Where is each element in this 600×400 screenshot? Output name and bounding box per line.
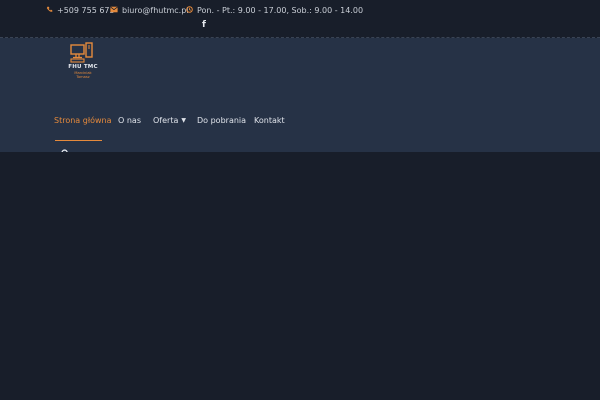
computer-logo-icon (70, 42, 93, 63)
envelope-icon (110, 6, 118, 15)
site-header: FHU TMC Marciniak Tomasz (0, 38, 600, 152)
nav-item-offer[interactable]: Oferta ▼ (153, 116, 186, 125)
logo-title: FHU TMC (68, 64, 98, 70)
nav-item-home[interactable]: Strona główna (54, 116, 112, 125)
top-bar: +509 755 673 biuro@fhutmc.pl Pon. - Pt.:… (0, 0, 600, 38)
phone-number: +509 755 673 (57, 6, 115, 15)
opening-hours: Pon. - Pt.: 9.00 - 17.00, Sob.: 9.00 - 1… (197, 6, 364, 15)
contact-hours: Pon. - Pt.: 9.00 - 17.00, Sob.: 9.00 - 1… (186, 6, 363, 15)
search-icon[interactable] (61, 143, 70, 158)
caret-down-icon: ▼ (181, 117, 186, 124)
facebook-icon[interactable]: f (200, 20, 208, 32)
active-nav-underline (55, 140, 102, 141)
main-content (0, 152, 600, 400)
contact-phone[interactable]: +509 755 673 (46, 6, 115, 15)
clock-icon (186, 6, 193, 15)
logo-subtitle: Marciniak Tomasz (66, 71, 100, 79)
nav-item-offer-label: Oferta (153, 116, 179, 125)
email-address: biuro@fhutmc.pl (122, 6, 189, 15)
nav-item-downloads[interactable]: Do pobrania (197, 116, 246, 125)
contact-email[interactable]: biuro@fhutmc.pl (110, 6, 189, 15)
nav-item-contact[interactable]: Kontakt (254, 116, 285, 125)
phone-icon (46, 6, 53, 15)
logo-subtitle-line-2: Tomasz (76, 75, 90, 79)
nav-item-about[interactable]: O nas (118, 116, 141, 125)
